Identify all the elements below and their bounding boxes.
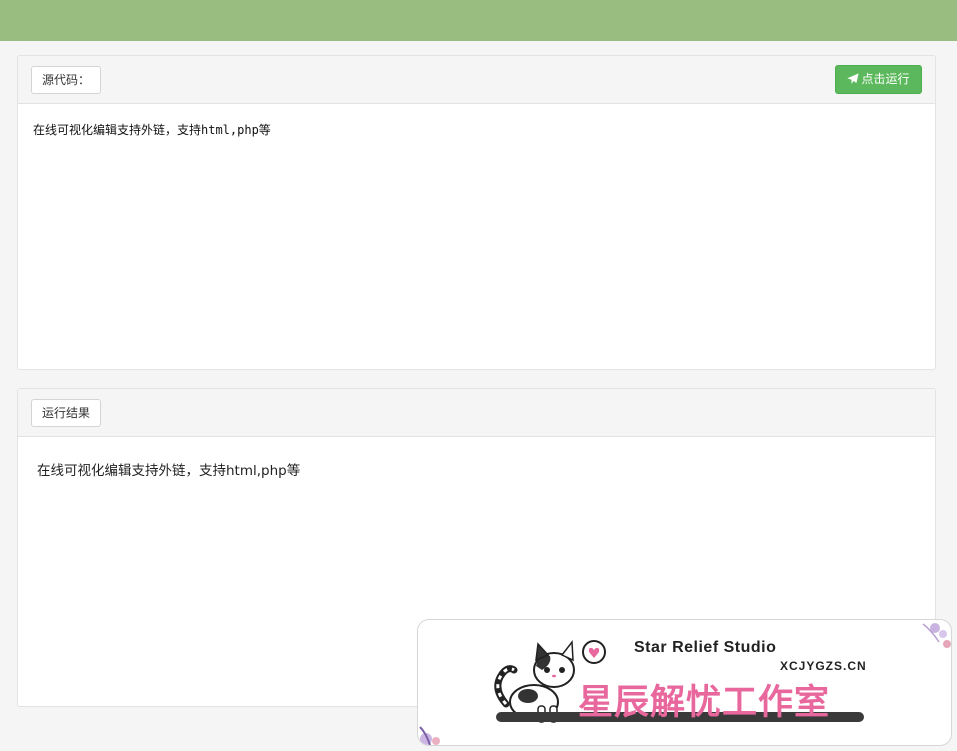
source-code-panel: 源代码： 点击运行 在线可视化编辑支持外链，支持html,php等	[17, 55, 936, 370]
flower-decoration-icon	[419, 726, 440, 745]
run-button[interactable]: 点击运行	[835, 65, 922, 94]
flower-decoration-icon	[922, 623, 951, 648]
source-code-label: 源代码：	[31, 66, 102, 94]
studio-ad-banner[interactable]: Star Relief Studio XCJYGZS.CN 星辰解忧工作室	[417, 619, 952, 746]
send-icon	[847, 73, 860, 84]
top-bar	[0, 0, 957, 41]
code-editor[interactable]: 在线可视化编辑支持外链，支持html,php等	[18, 104, 935, 369]
result-panel-header: 运行结果	[18, 389, 935, 437]
ad-title-cn: 星辰解忧工作室	[578, 683, 831, 723]
ad-title-en: Star Relief Studio	[634, 639, 777, 656]
ad-domain: XCJYGZS.CN	[780, 659, 867, 673]
source-panel-header: 源代码： 点击运行	[18, 56, 935, 104]
run-button-label: 点击运行	[861, 72, 910, 86]
result-label: 运行结果	[31, 399, 102, 427]
